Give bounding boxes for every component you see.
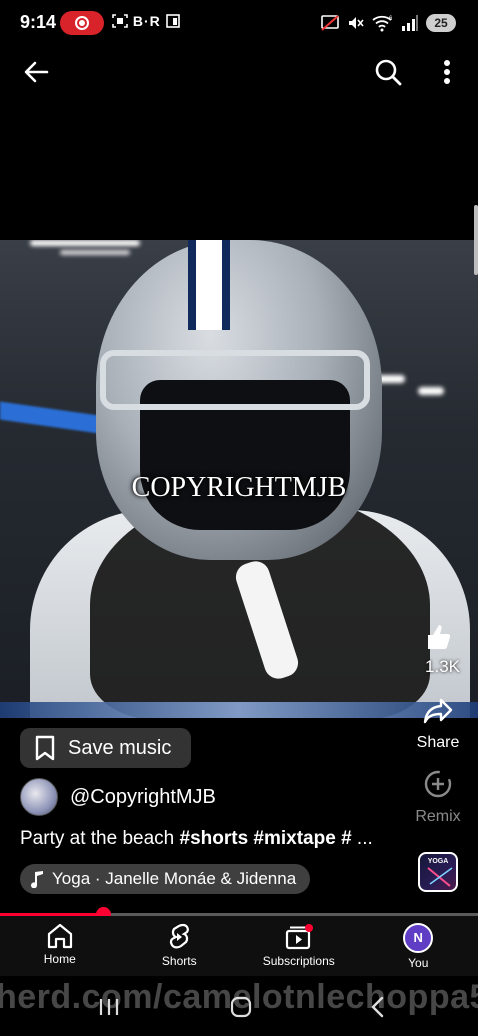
remix-label: Remix <box>415 808 461 825</box>
save-music-label: Save music <box>68 736 172 759</box>
mute-icon <box>349 17 364 29</box>
share-label: Share <box>416 734 460 751</box>
like-count: 1.3K <box>425 657 460 676</box>
back-system-button[interactable] <box>364 994 390 1020</box>
like-icon <box>428 625 451 649</box>
share-icon <box>423 698 453 724</box>
nav-label-home: Home <box>43 952 76 966</box>
helmet-stripe <box>188 240 230 330</box>
bottom-nav: Home Shorts Subscriptions N You <box>0 916 478 976</box>
nav-item-shorts[interactable]: Shorts <box>120 916 240 976</box>
music-note-icon <box>31 871 43 888</box>
signal-icon <box>402 15 418 31</box>
music-chip[interactable]: Yoga · Janelle Monáe & Jidenna <box>20 864 311 894</box>
video-caption[interactable]: Party at the beach #shorts #mixtape # ..… <box>20 828 400 850</box>
caption-ellipsis: ... <box>351 828 373 849</box>
back-arrow-icon <box>24 61 49 83</box>
more-vert-icon <box>444 60 450 84</box>
nav-label-you: You <box>408 956 429 970</box>
save-music-button[interactable]: Save music <box>20 728 192 768</box>
top-bar <box>0 50 478 94</box>
remix-icon <box>424 770 452 798</box>
back-button[interactable] <box>16 52 56 92</box>
nav-label-subscriptions: Subscriptions <box>262 954 335 968</box>
short-video-player[interactable]: COPYRIGHTMJB <box>0 240 478 718</box>
video-watermark: COPYRIGHTMJB <box>131 472 347 503</box>
status-time: 9:14 <box>20 12 57 32</box>
subscriptions-icon <box>285 924 313 950</box>
avatar: N <box>403 923 434 953</box>
nav-item-you[interactable]: N You <box>359 916 478 976</box>
home-icon <box>47 923 72 949</box>
channel-name[interactable]: @CopyrightMJB <box>70 786 216 809</box>
stadium-light <box>418 387 444 395</box>
share-button[interactable]: Share <box>412 696 464 752</box>
stadium-light <box>60 250 130 255</box>
chevron-left-icon <box>371 996 384 1018</box>
search-icon <box>375 59 402 86</box>
home-square-icon <box>230 996 252 1018</box>
more-options-button[interactable] <box>432 52 462 92</box>
channel-row: @CopyrightMJB <box>20 778 216 816</box>
home-system-button[interactable] <box>228 994 254 1020</box>
helmet-facemask <box>100 350 370 410</box>
scroll-indicator[interactable] <box>474 205 478 275</box>
gallery-icon <box>165 14 180 28</box>
bookmark-icon <box>35 735 55 761</box>
recents-button[interactable] <box>96 994 122 1020</box>
music-thumbnail[interactable]: YOGA <box>418 852 458 892</box>
recents-icon <box>99 999 119 1015</box>
remix-button[interactable]: Remix <box>412 768 464 826</box>
nav-label-shorts: Shorts <box>161 954 197 968</box>
search-button[interactable] <box>368 52 408 92</box>
br-app-label: B·R <box>132 13 161 29</box>
svg-text:6: 6 <box>389 16 393 22</box>
status-indicators: 6 25 <box>320 12 456 34</box>
battery-indicator: 25 <box>426 14 456 32</box>
status-bar: 9:14 B·R 6 25 <box>0 0 478 46</box>
cast-icon <box>321 15 339 31</box>
video-bottom-strip <box>0 702 478 718</box>
caption-hashtags[interactable]: #shorts #mixtape # <box>180 828 352 849</box>
caption-text: Party at the beach <box>20 828 180 849</box>
nav-item-home[interactable]: Home <box>0 916 120 976</box>
wifi-icon: 6 <box>372 15 393 32</box>
like-button[interactable] <box>412 622 464 657</box>
stadium-light <box>30 240 140 246</box>
notification-icons: B·R <box>112 13 180 29</box>
shorts-icon <box>170 923 190 949</box>
nav-item-subscriptions[interactable]: Subscriptions <box>239 916 359 976</box>
channel-avatar[interactable] <box>20 778 58 816</box>
music-title: Yoga · Janelle Monáe & Jidenna <box>52 869 297 888</box>
music-cover-art <box>427 867 453 887</box>
screen-record-icon <box>60 11 104 35</box>
screenshot-icon <box>112 14 128 28</box>
